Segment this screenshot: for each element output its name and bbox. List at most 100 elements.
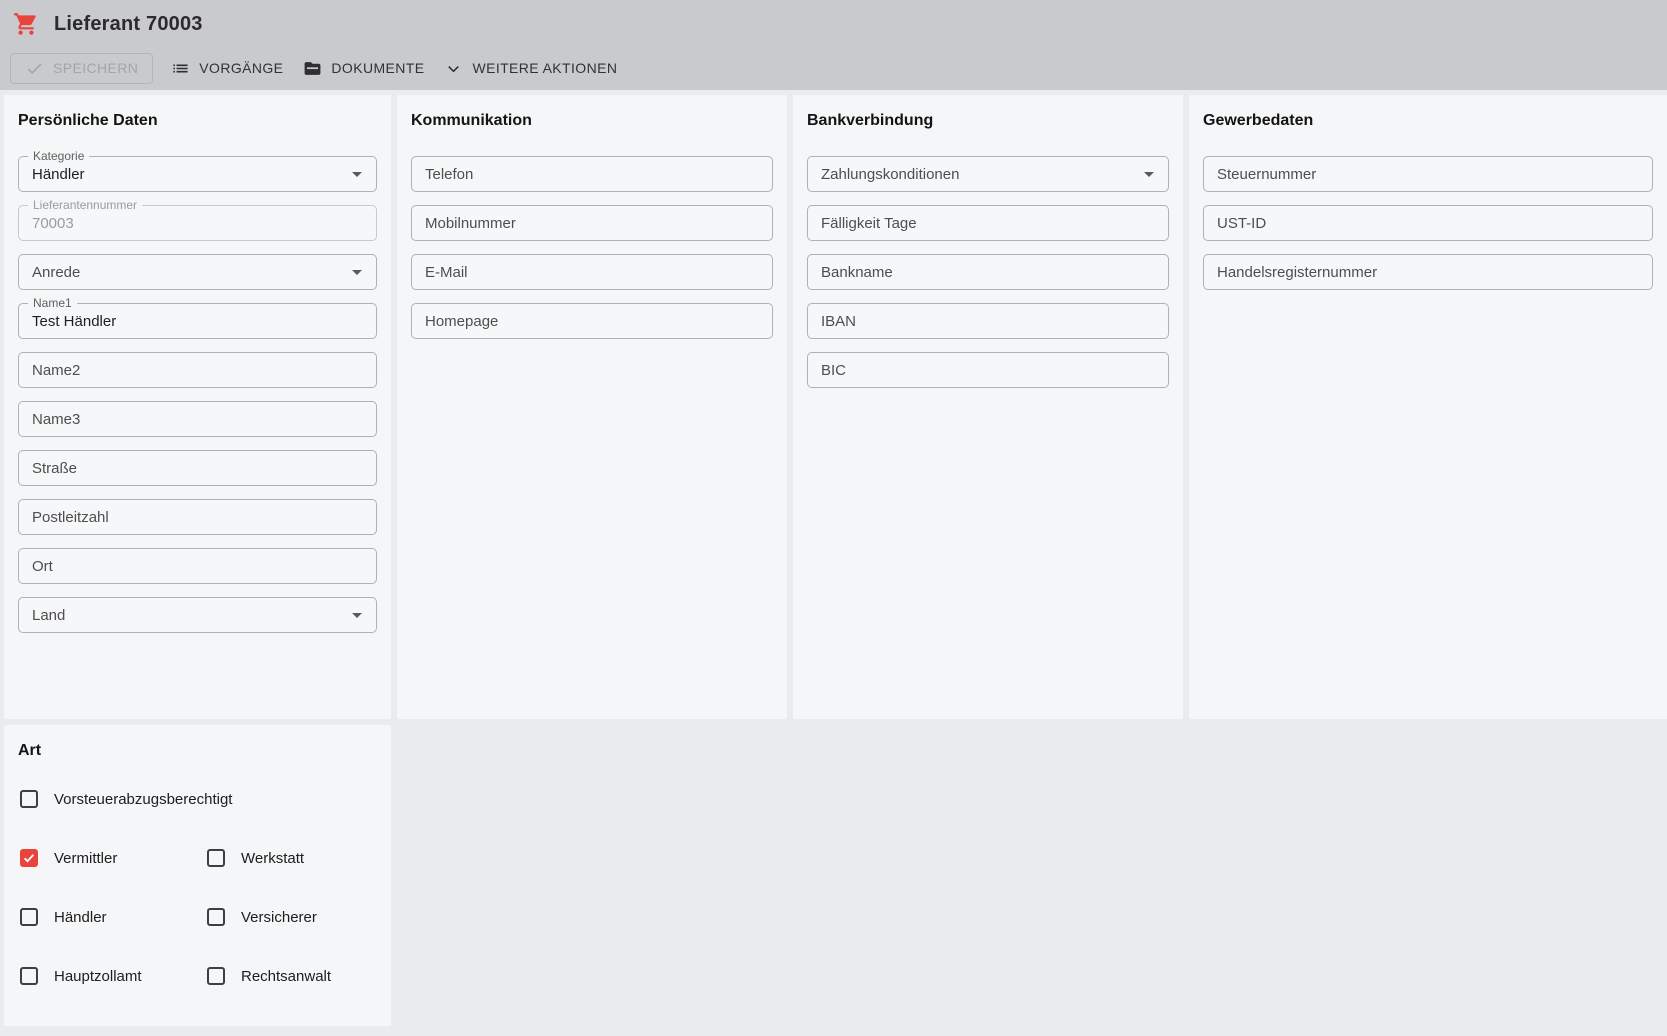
faelligkeit-tage-field[interactable]: Fälligkeit Tage: [807, 205, 1169, 241]
homepage-label: Homepage: [425, 313, 498, 330]
ort-field[interactable]: Ort: [18, 548, 377, 584]
email-label: E-Mail: [425, 264, 468, 281]
checkbox-box: [20, 849, 38, 867]
name1-field[interactable]: Name1 Test Händler: [18, 303, 377, 339]
page-title: Lieferant 70003: [54, 13, 203, 36]
telefon-field[interactable]: Telefon: [411, 156, 773, 192]
checkbox-versicherer[interactable]: Versicherer: [207, 908, 375, 926]
name2-field[interactable]: Name2: [18, 352, 377, 388]
kategorie-label: Kategorie: [28, 149, 89, 163]
anrede-select[interactable]: Anrede: [18, 254, 377, 290]
bankname-field[interactable]: Bankname: [807, 254, 1169, 290]
dropdown-arrow-icon: [352, 172, 362, 177]
email-field[interactable]: E-Mail: [411, 254, 773, 290]
iban-field[interactable]: IBAN: [807, 303, 1169, 339]
card-title-art: Art: [4, 725, 391, 760]
kommunikation-body: Telefon Mobilnummer E-Mail Homepage: [397, 156, 787, 339]
strasse-field[interactable]: Straße: [18, 450, 377, 486]
checkbox-werkstatt[interactable]: Werkstatt: [207, 849, 375, 867]
checkbox-box: [20, 790, 38, 808]
card-title-gewerbedaten: Gewerbedaten: [1189, 95, 1667, 130]
postleitzahl-label: Postleitzahl: [32, 509, 109, 526]
telefon-label: Telefon: [425, 166, 473, 183]
lieferantennummer-field: Lieferantennummer 70003: [18, 205, 377, 241]
bankname-label: Bankname: [821, 264, 893, 281]
checkbox-hauptzollamt[interactable]: Hauptzollamt: [20, 967, 207, 985]
checkbox-box: [20, 908, 38, 926]
land-label: Land: [32, 607, 65, 624]
name2-label: Name2: [32, 362, 80, 379]
card-gewerbedaten: Gewerbedaten Steuernummer UST-ID Handels…: [1189, 95, 1667, 719]
chevron-down-icon: [444, 59, 463, 78]
gewerbedaten-body: Steuernummer UST-ID Handelsregisternumme…: [1189, 156, 1667, 290]
dropdown-arrow-icon: [1144, 172, 1154, 177]
name1-value: Test Händler: [32, 313, 116, 330]
checkbox-label: Händler: [54, 909, 107, 926]
dokumente-button-label: DOKUMENTE: [331, 60, 424, 76]
kategorie-select[interactable]: Kategorie Händler: [18, 156, 377, 192]
anrede-label: Anrede: [32, 264, 80, 281]
faelligkeit-tage-label: Fälligkeit Tage: [821, 215, 917, 232]
mobilnummer-field[interactable]: Mobilnummer: [411, 205, 773, 241]
toolbar: SPEICHERN VORGÄNGE DOKUMENTE WEITERE AKT…: [0, 48, 1667, 88]
checkbox-vermittler[interactable]: Vermittler: [20, 849, 207, 867]
ust-id-label: UST-ID: [1217, 215, 1266, 232]
dokumente-button[interactable]: DOKUMENTE: [293, 54, 434, 83]
card-persoenliche-daten: Persönliche Daten Kategorie Händler Lief…: [4, 95, 391, 719]
shopping-cart-icon: [13, 11, 39, 37]
check-icon: [25, 59, 44, 78]
checkbox-label: Werkstatt: [241, 850, 304, 867]
check-icon: [22, 851, 36, 865]
steuernummer-field[interactable]: Steuernummer: [1203, 156, 1653, 192]
checkbox-haendler[interactable]: Händler: [20, 908, 207, 926]
lieferantennummer-value: 70003: [32, 215, 74, 232]
checkbox-label: Hauptzollamt: [54, 968, 142, 985]
checkbox-label: Rechtsanwalt: [241, 968, 331, 985]
card-kommunikation: Kommunikation Telefon Mobilnummer E-Mail…: [397, 95, 787, 719]
content-area: Persönliche Daten Kategorie Händler Lief…: [0, 90, 1667, 1036]
weitere-aktionen-button[interactable]: WEITERE AKTIONEN: [434, 54, 627, 83]
ust-id-field[interactable]: UST-ID: [1203, 205, 1653, 241]
handelsregisternummer-field[interactable]: Handelsregisternummer: [1203, 254, 1653, 290]
zahlungskonditionen-select[interactable]: Zahlungskonditionen: [807, 156, 1169, 192]
checkbox-label: Versicherer: [241, 909, 317, 926]
bankverbindung-body: Zahlungskonditionen Fälligkeit Tage Bank…: [793, 156, 1183, 388]
ort-label: Ort: [32, 558, 53, 575]
title-row: Lieferant 70003: [0, 0, 1667, 48]
dropdown-arrow-icon: [352, 613, 362, 618]
card-title-bankverbindung: Bankverbindung: [793, 95, 1183, 130]
checkbox-label: Vermittler: [54, 850, 117, 867]
checkbox-vorsteuerabzugsberechtigt[interactable]: Vorsteuerabzugsberechtigt: [20, 790, 375, 808]
bic-field[interactable]: BIC: [807, 352, 1169, 388]
name1-label: Name1: [28, 296, 77, 310]
checkbox-box: [207, 908, 225, 926]
dropdown-arrow-icon: [352, 270, 362, 275]
folder-icon: [303, 59, 322, 78]
checkbox-box: [207, 967, 225, 985]
art-body: Vorsteuerabzugsberechtigt Vermittler Wer…: [4, 790, 391, 985]
land-select[interactable]: Land: [18, 597, 377, 633]
name3-label: Name3: [32, 411, 80, 428]
name3-field[interactable]: Name3: [18, 401, 377, 437]
checkbox-label: Vorsteuerabzugsberechtigt: [54, 791, 232, 808]
handelsregisternummer-label: Handelsregisternummer: [1217, 264, 1377, 281]
card-art: Art Vorsteuerabzugsberechtigt Vermittler…: [4, 725, 391, 1026]
vorgaenge-button[interactable]: VORGÄNGE: [161, 54, 293, 83]
app-header: Lieferant 70003 SPEICHERN VORGÄNGE DOKUM…: [0, 0, 1667, 90]
kategorie-value: Händler: [32, 166, 85, 183]
postleitzahl-field[interactable]: Postleitzahl: [18, 499, 377, 535]
checkbox-rechtsanwalt[interactable]: Rechtsanwalt: [207, 967, 375, 985]
steuernummer-label: Steuernummer: [1217, 166, 1316, 183]
homepage-field[interactable]: Homepage: [411, 303, 773, 339]
mobilnummer-label: Mobilnummer: [425, 215, 516, 232]
save-button-label: SPEICHERN: [53, 60, 138, 76]
list-icon: [171, 59, 190, 78]
save-button[interactable]: SPEICHERN: [10, 53, 153, 84]
zahlungskonditionen-label: Zahlungskonditionen: [821, 166, 959, 183]
vorgaenge-button-label: VORGÄNGE: [199, 60, 283, 76]
strasse-label: Straße: [32, 460, 77, 477]
checkbox-grid: Vorsteuerabzugsberechtigt Vermittler Wer…: [20, 790, 375, 985]
checkbox-box: [20, 967, 38, 985]
bic-label: BIC: [821, 362, 846, 379]
card-bankverbindung: Bankverbindung Zahlungskonditionen Fälli…: [793, 95, 1183, 719]
